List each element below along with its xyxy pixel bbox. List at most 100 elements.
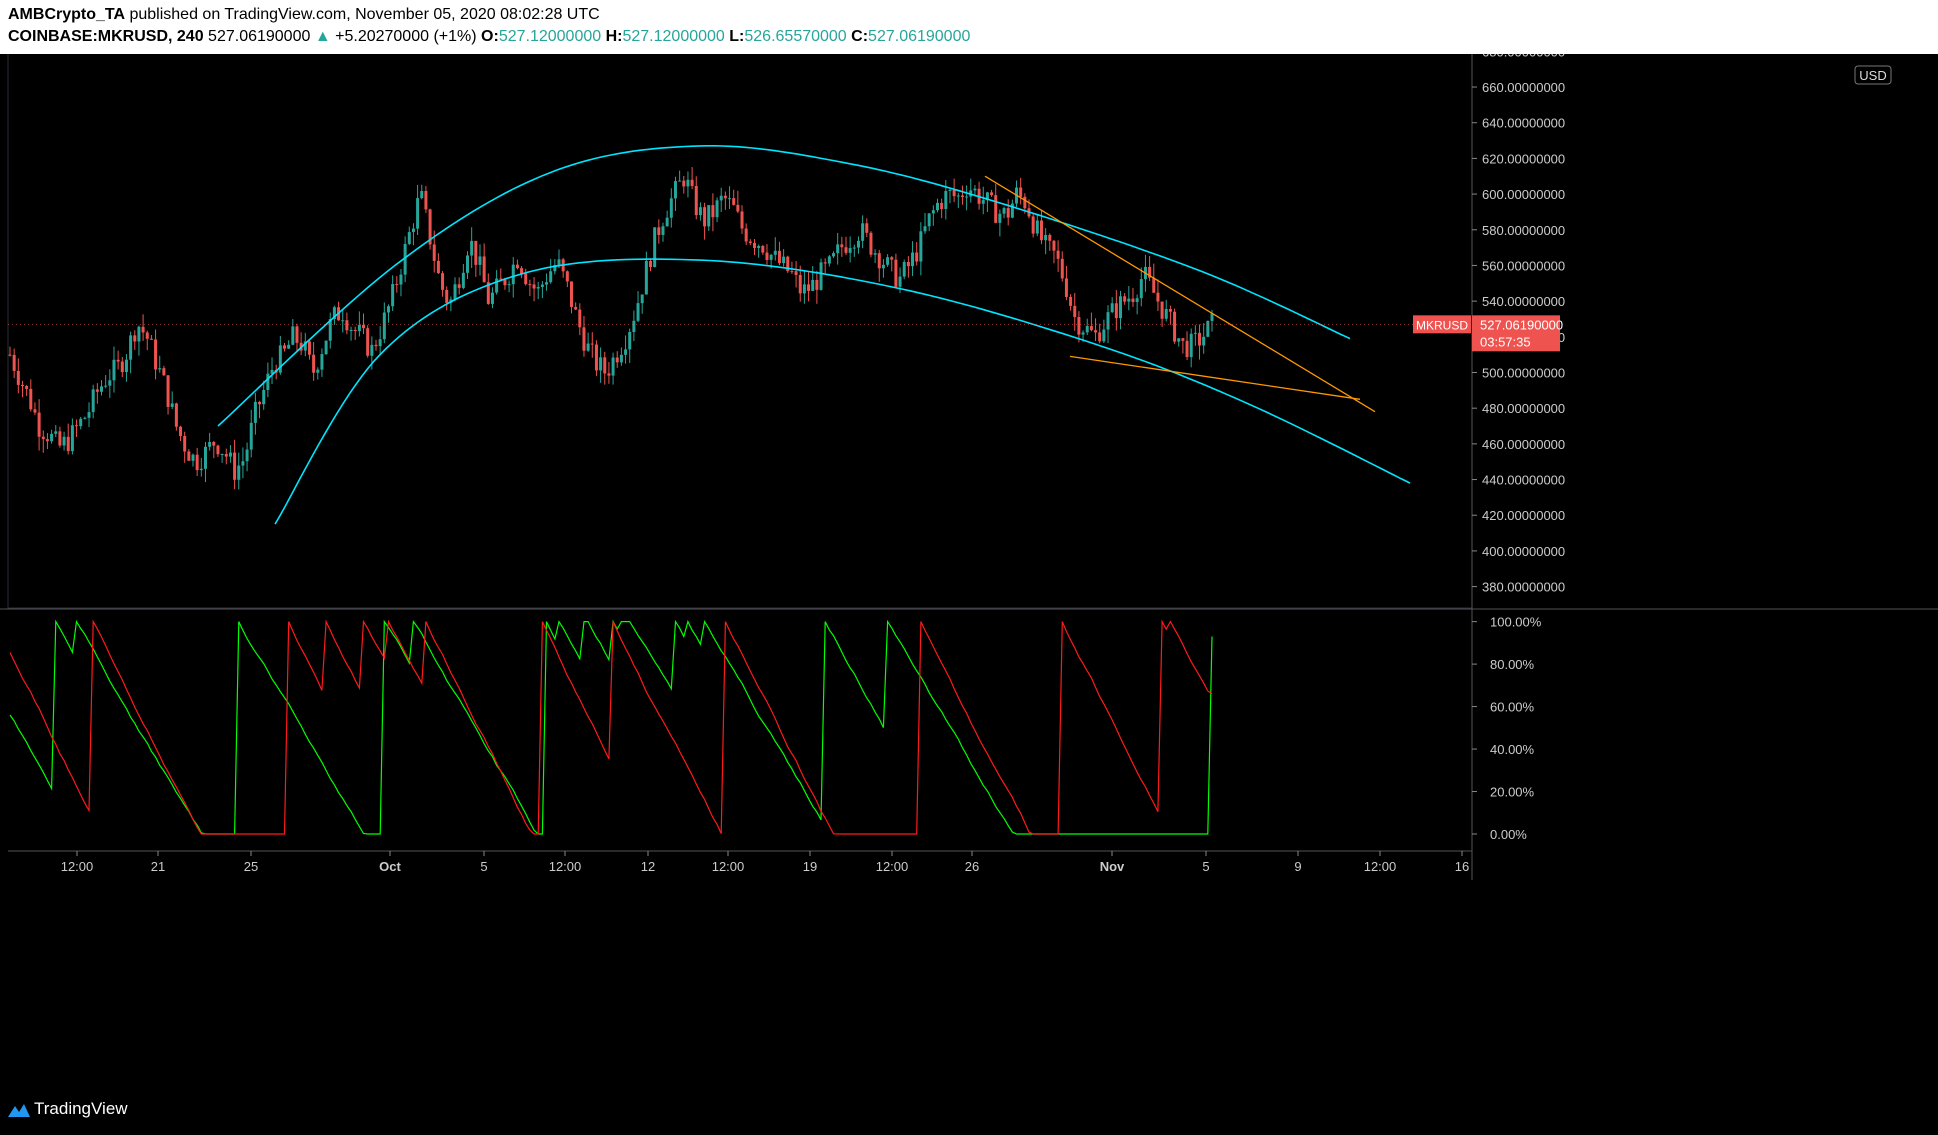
chart-canvas[interactable]: 380.00000000 400.00000000 420.00000000 440.… [0, 54, 1938, 1085]
candle-body [832, 253, 836, 257]
osc-tick-label: 100.00% [1490, 615, 1542, 630]
candle-body [794, 271, 798, 275]
candle-body [70, 425, 74, 452]
candle-body [886, 257, 890, 265]
candle-body [320, 354, 324, 370]
candle-body [890, 257, 894, 260]
candle-body [873, 253, 877, 255]
last-price: 527.06190000 [208, 28, 311, 45]
candle-body [894, 259, 898, 287]
candle-body [399, 274, 403, 285]
osc-tick-label: 40.00% [1490, 742, 1535, 757]
candle-body [245, 449, 249, 462]
candle-body [848, 248, 852, 253]
tradingview-brand[interactable]: TradingView [8, 1099, 128, 1119]
time-tick-label: 5 [480, 859, 487, 874]
candle-body [507, 284, 511, 286]
candle-body [1114, 303, 1118, 319]
candle-body [728, 198, 732, 200]
candle-body [1164, 308, 1168, 319]
candle-body [657, 227, 661, 235]
oscillator-up-line [9, 619, 1213, 835]
candle-body [83, 417, 87, 419]
candle-body [661, 226, 665, 235]
candle-body [1094, 330, 1098, 333]
candle-body [1052, 240, 1056, 251]
candle-body [565, 271, 569, 282]
candle-body [1102, 329, 1106, 342]
publish-text: published on TradingView.com, November 0… [125, 6, 600, 23]
candle-body [1064, 278, 1068, 297]
candles [8, 167, 1214, 490]
price-tick-label: 580.00000000 [1482, 223, 1565, 238]
candle-body [249, 422, 253, 450]
candle-body [120, 361, 124, 373]
time-tick-label: 12:00 [712, 859, 745, 874]
candle-body [981, 200, 985, 204]
candle-body [416, 198, 420, 229]
candle-body [470, 240, 474, 256]
candle-body [536, 286, 540, 289]
candle-body [574, 306, 578, 310]
candle-body [166, 375, 170, 407]
candle-body [640, 294, 644, 304]
candle-body [424, 191, 428, 210]
symbol-label[interactable]: COINBASE:MKRUSD, 240 [8, 28, 204, 45]
candle-body [960, 195, 964, 198]
candle-body [187, 451, 191, 461]
price-tick-label: 660.00000000 [1482, 80, 1565, 95]
author-name[interactable]: AMBCrypto_TA [8, 6, 125, 23]
channel-upper-line [217, 145, 1351, 427]
candle-body [682, 180, 686, 187]
price-tick-label: 420.00000000 [1482, 508, 1565, 523]
candle-body [1198, 332, 1202, 346]
candle-body [237, 465, 241, 480]
candle-body [312, 354, 316, 373]
price-badge-value: 527.06190000 [1480, 317, 1563, 332]
candle-body [199, 468, 203, 471]
time-tick-label: Nov [1100, 859, 1125, 874]
candle-body [769, 254, 773, 260]
candle-body [673, 181, 677, 199]
candle-body [644, 260, 648, 295]
candle-body [1181, 338, 1185, 341]
candle-body [1031, 216, 1035, 234]
candle-body [931, 210, 935, 214]
time-tick-label: 12:00 [876, 859, 909, 874]
candle-body [75, 425, 79, 427]
time-tick-label: 12:00 [1364, 859, 1397, 874]
candle-body [669, 198, 673, 218]
triangle-up-icon: ▲ [314, 28, 331, 45]
candle-body [594, 344, 598, 371]
candle-body [902, 262, 906, 277]
candle-body [948, 189, 952, 192]
candle-body [619, 354, 623, 363]
candle-body [665, 217, 669, 227]
candle-body [732, 198, 736, 205]
candle-body [1123, 296, 1127, 302]
candle-body [881, 264, 885, 269]
price-change: +5.20270000 (+1%) [335, 28, 477, 45]
candle-body [362, 324, 366, 329]
candle-body [707, 205, 711, 227]
candle-body [927, 213, 931, 227]
candle-body [183, 435, 187, 452]
candle-body [956, 195, 960, 197]
footer: TradingView [0, 1085, 1938, 1135]
candle-body [216, 445, 220, 455]
candle-body [295, 326, 299, 343]
candle-body [12, 354, 16, 371]
candle-body [170, 403, 174, 407]
candle-body [162, 368, 166, 376]
candle-body [865, 223, 869, 233]
candle-body [823, 262, 827, 264]
price-tick-label: 400.00000000 [1482, 544, 1565, 559]
candle-body [815, 279, 819, 290]
currency-badge: USD [1854, 65, 1892, 85]
candle-body [41, 436, 45, 440]
candle-body [1069, 296, 1073, 306]
candle-body [524, 273, 528, 285]
time-tick-label: 25 [244, 859, 258, 874]
candle-body [765, 252, 769, 260]
candle-body [158, 368, 162, 370]
